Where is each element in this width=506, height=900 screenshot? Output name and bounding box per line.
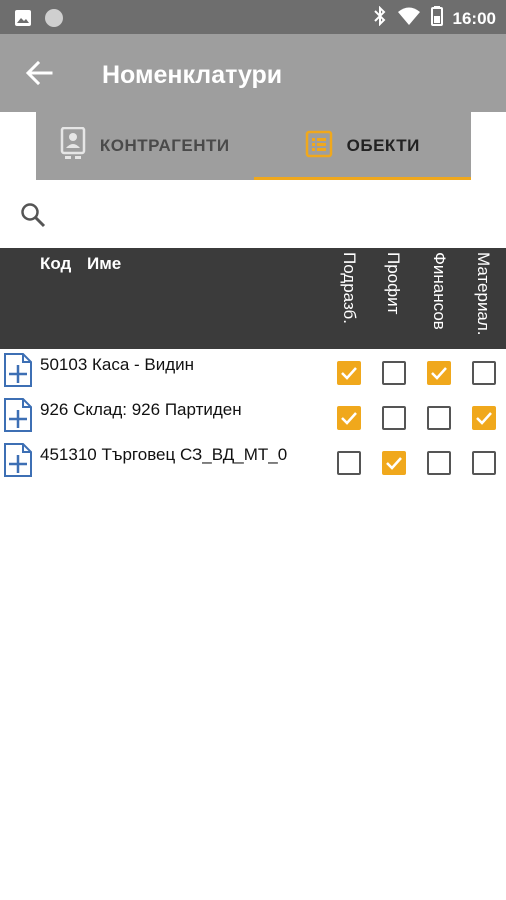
status-bar: 16:00 (0, 0, 506, 34)
checkmark-icon (386, 457, 402, 470)
table-row[interactable]: 926 Склад: 926 Партиден (0, 394, 506, 439)
tab-bar: КОНТРАГЕНТИ ОБЕКТИ (36, 112, 471, 180)
add-document-icon[interactable] (2, 352, 34, 388)
flag-checkbox[interactable] (382, 406, 406, 430)
list-document-icon (305, 130, 333, 163)
tab-bar-container: КОНТРАГЕНТИ ОБЕКТИ (0, 112, 506, 180)
column-header-financial: Финансов (430, 252, 449, 330)
table-row[interactable]: 451310 Търговец СЗ_ВД_МТ_0 (0, 439, 506, 484)
contact-card-icon (60, 126, 86, 166)
table-header: Код Име Подразб. Профит Финансов Материа… (0, 248, 506, 349)
search-icon[interactable] (20, 202, 46, 228)
image-notification-icon (14, 9, 32, 32)
checkmark-icon (341, 412, 357, 425)
row-code-name: 926 Склад: 926 Партиден (40, 400, 242, 419)
flag-checkbox[interactable] (427, 406, 451, 430)
column-header-default: Подразб. (340, 252, 359, 325)
app-bar: Номенклатури (0, 34, 506, 112)
clock: 16:00 (452, 8, 496, 28)
flag-checkbox[interactable] (472, 451, 496, 475)
table-body: 50103 Каса - Видин 926 Склад: 926 Партид… (0, 349, 506, 484)
circle-notification-icon (44, 8, 64, 33)
flag-checkbox[interactable] (337, 451, 361, 475)
column-header-code: Код (40, 254, 72, 273)
column-header-flag: Материал. (469, 252, 499, 346)
checkmark-icon (476, 412, 492, 425)
row-code-name: 50103 Каса - Видин (40, 355, 195, 374)
column-header-flag: Подразб. (335, 252, 365, 346)
add-document-icon[interactable] (2, 442, 34, 478)
column-header-material: Материал. (474, 252, 493, 336)
table-row[interactable]: 50103 Каса - Видин (0, 349, 506, 394)
tab-counterparties-label: КОНТРАГЕНТИ (99, 136, 230, 155)
flag-checkbox[interactable] (382, 451, 406, 475)
wifi-icon (397, 6, 421, 31)
column-header-name: Име (87, 254, 122, 273)
column-header-profit: Профит (384, 252, 403, 315)
search-input[interactable] (58, 196, 488, 232)
flag-checkbox[interactable] (337, 406, 361, 430)
flag-checkbox[interactable] (472, 361, 496, 385)
column-header-flag: Профит (379, 252, 409, 346)
flag-checkbox[interactable] (427, 361, 451, 385)
row-code-name: 451310 Търговец СЗ_ВД_МТ_0 (40, 445, 288, 464)
flag-checkbox[interactable] (472, 406, 496, 430)
flag-checkbox[interactable] (427, 451, 451, 475)
checkmark-icon (431, 367, 447, 380)
tab-objects[interactable]: ОБЕКТИ (253, 112, 472, 180)
bluetooth-icon (373, 5, 387, 31)
battery-icon (430, 6, 443, 31)
search-row (0, 180, 506, 248)
tab-counterparties[interactable]: КОНТРАГЕНТИ (36, 112, 254, 180)
column-header-flag: Финансов (425, 252, 455, 346)
tab-objects-label: ОБЕКТИ (346, 136, 420, 155)
page-title: Номенклатури (102, 61, 283, 89)
back-arrow-icon[interactable] (24, 60, 54, 86)
flag-checkbox[interactable] (337, 361, 361, 385)
add-document-icon[interactable] (2, 397, 34, 433)
flag-checkbox[interactable] (382, 361, 406, 385)
checkmark-icon (341, 367, 357, 380)
